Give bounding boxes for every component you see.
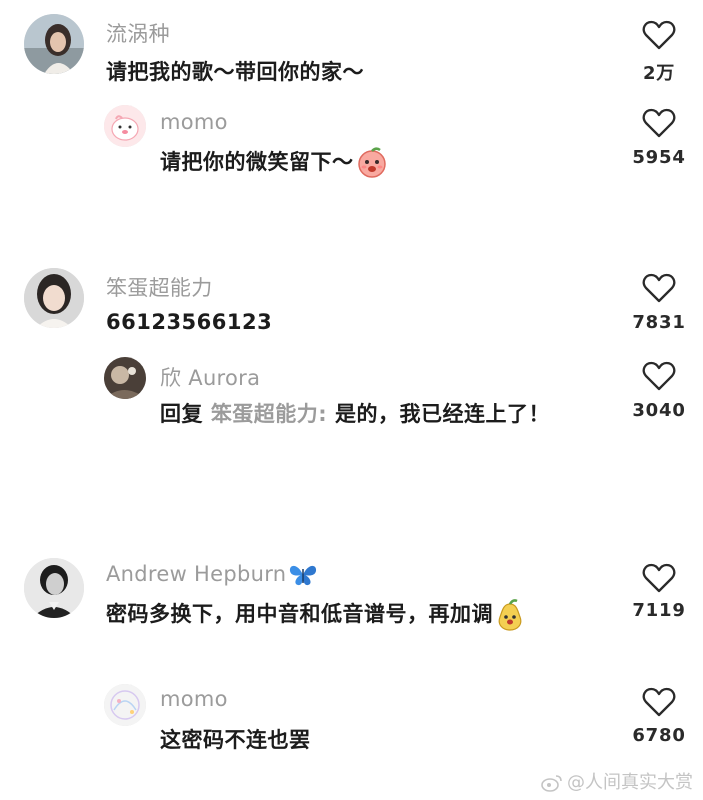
like-count: 3040 (632, 400, 686, 421)
watermark: @人间真实大赏 (541, 768, 693, 794)
like-count: 7831 (632, 312, 686, 333)
avatar[interactable] (24, 558, 84, 618)
like-count: 7119 (632, 600, 686, 621)
reply-mention[interactable]: 笨蛋超能力: (211, 402, 327, 426)
reply-avatar[interactable] (104, 105, 146, 147)
reply-text-content: 是的，我已经连上了！ (335, 402, 551, 426)
heart-outline-icon[interactable] (642, 20, 676, 50)
like-count: 5954 (632, 147, 686, 168)
reply-avatar[interactable] (104, 684, 146, 726)
pear-face-emoji (498, 599, 522, 631)
reply-username[interactable]: momo (160, 687, 228, 711)
comment-text: 66123566123 (106, 310, 273, 334)
comment-1: 流涡种 请把我的歌～带回你的家～ 2万 momo 请把你的微笑留下～ 5954 (0, 0, 703, 190)
comment-username[interactable]: Andrew Hepburn (106, 562, 318, 587)
reply-text: 回复 笨蛋超能力: 是的，我已经连上了！ (160, 398, 550, 428)
avatar[interactable] (24, 14, 84, 74)
peach-face-emoji (357, 147, 386, 178)
reply-text: 这密码不连也罢 (160, 728, 311, 752)
heart-outline-icon[interactable] (642, 687, 676, 717)
blue-butterfly-icon (290, 565, 317, 586)
heart-outline-icon[interactable] (642, 361, 676, 391)
heart-outline-icon[interactable] (642, 273, 676, 303)
reply-text-content: 请把你的微笑留下～ (160, 150, 354, 174)
reply-avatar[interactable] (104, 357, 146, 399)
username-text[interactable]: Andrew Hepburn (106, 562, 286, 586)
reply-text: 请把你的微笑留下～ (160, 146, 388, 179)
comment-username[interactable]: 笨蛋超能力 (106, 272, 213, 302)
reply-prefix: 回复 (160, 402, 203, 426)
reply-username[interactable]: momo (160, 110, 228, 134)
comment-text-content: 密码多换下，用中音和低音谱号，再加调 (106, 602, 493, 626)
watermark-text: @人间真实大赏 (567, 772, 693, 793)
like-count: 2万 (642, 63, 676, 84)
like-count: 6780 (632, 725, 686, 746)
comment-text: 密码多换下，用中音和低音谱号，再加调 (106, 598, 525, 631)
weibo-logo-icon (541, 775, 562, 792)
heart-outline-icon[interactable] (642, 108, 676, 138)
comment-text: 请把我的歌～带回你的家～ (106, 60, 364, 84)
reply-username[interactable]: 欣 Aurora (160, 362, 260, 392)
heart-outline-icon[interactable] (642, 563, 676, 593)
comment-3: Andrew Hepburn 密码多换下，用中音和低音谱号，再加调 7119 m… (0, 0, 703, 752)
comment-username[interactable]: 流涡种 (106, 18, 170, 48)
avatar[interactable] (24, 268, 84, 328)
